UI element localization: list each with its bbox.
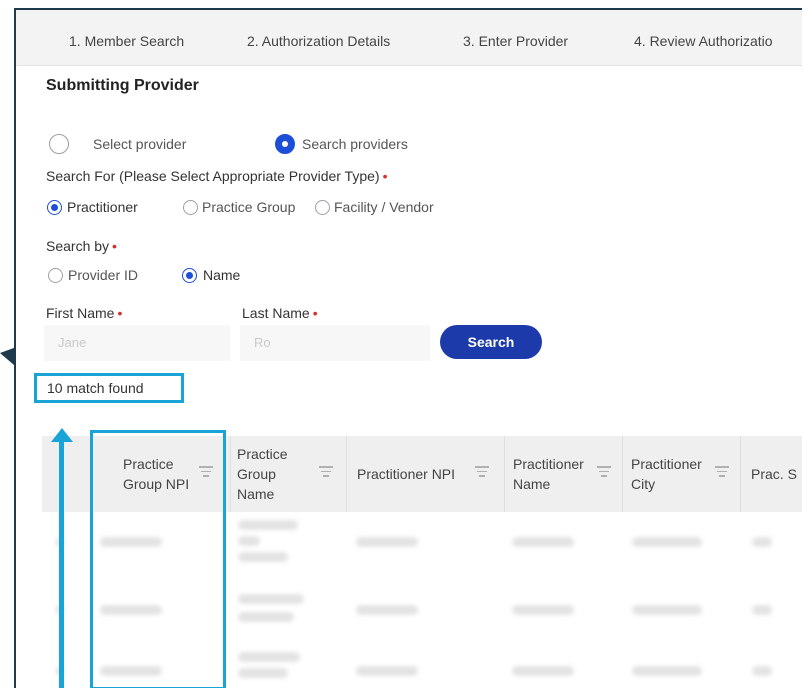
practice-group-radio[interactable] <box>183 200 198 215</box>
cell-redacted <box>512 605 574 615</box>
name-radio[interactable] <box>182 268 197 283</box>
required-marker: • <box>117 305 123 321</box>
cell-redacted <box>632 605 702 615</box>
practice-group-label: Practice Group <box>202 199 296 215</box>
filter-icon[interactable] <box>597 466 611 480</box>
search-providers-label: Search providers <box>302 136 408 152</box>
section-title: Submitting Provider <box>46 77 199 94</box>
last-name-input[interactable]: Ro <box>240 325 430 361</box>
column-practitioner-name[interactable]: Practitioner Name <box>504 436 623 512</box>
provider-id-label: Provider ID <box>68 267 139 283</box>
search-button[interactable]: Search <box>440 325 542 359</box>
filter-icon[interactable] <box>319 466 333 480</box>
facility-vendor-label: Facility / Vendor <box>334 199 434 215</box>
column-practitioner-npi[interactable]: Practitioner NPI <box>346 436 505 512</box>
cell-redacted <box>238 652 300 662</box>
filter-icon[interactable] <box>475 466 489 480</box>
cell-redacted <box>632 537 702 547</box>
column-practitioner-specialty[interactable]: Prac. S <box>740 436 802 512</box>
column-label: Practitioner Name <box>513 456 584 492</box>
search-for-label: Search For (Please Select Appropriate Pr… <box>46 168 388 184</box>
select-provider-label: Select provider <box>93 136 187 152</box>
step-member-search[interactable]: 1. Member Search <box>69 33 184 49</box>
column-label: Practice Group Name <box>237 446 288 502</box>
provider-id-radio[interactable] <box>48 268 63 283</box>
cell-redacted <box>238 612 294 622</box>
required-marker: • <box>312 305 318 321</box>
wizard-steps: 1. Member Search 2. Authorization Detail… <box>16 10 802 66</box>
filter-icon[interactable] <box>715 466 729 480</box>
facility-vendor-radio[interactable] <box>315 200 330 215</box>
step-review-authorization[interactable]: 4. Review Authorizatio <box>634 33 773 49</box>
match-count: 10 match found <box>34 373 184 403</box>
last-name-label: Last Name • <box>242 305 318 321</box>
cell-redacted <box>238 552 288 562</box>
cell-redacted <box>752 666 772 676</box>
column-label: Practitioner City <box>631 456 702 492</box>
select-provider-radio[interactable] <box>49 134 69 154</box>
search-by-label: Search by • <box>46 238 117 254</box>
name-label: Name <box>203 267 241 283</box>
practitioner-label: Practitioner <box>67 199 138 215</box>
cell-redacted <box>238 520 298 530</box>
app-window: 1. Member Search 2. Authorization Detail… <box>14 8 802 688</box>
cell-redacted <box>512 666 574 676</box>
callout-arrow-up-icon <box>51 428 73 688</box>
cell-redacted <box>356 605 418 615</box>
first-name-input[interactable]: Jane <box>44 325 230 361</box>
first-name-label: First Name • <box>46 305 123 321</box>
search-providers-radio[interactable] <box>275 134 295 154</box>
column-practice-group-name[interactable]: Practice Group Name <box>230 436 347 512</box>
cell-redacted <box>356 537 418 547</box>
column-label: Practitioner NPI <box>357 466 456 482</box>
cell-redacted <box>238 536 260 546</box>
required-marker: • <box>112 238 117 254</box>
cell-redacted <box>632 666 702 676</box>
cell-redacted <box>238 594 304 604</box>
cell-redacted <box>752 605 772 615</box>
highlighted-column-outline <box>90 430 226 688</box>
practitioner-radio[interactable] <box>47 200 62 215</box>
cell-redacted <box>752 537 772 547</box>
required-marker: • <box>382 168 388 184</box>
cell-redacted <box>238 668 288 678</box>
step-enter-provider[interactable]: 3. Enter Provider <box>463 33 568 49</box>
step-authorization-details[interactable]: 2. Authorization Details <box>247 33 390 49</box>
cell-redacted <box>356 666 418 676</box>
column-practitioner-city[interactable]: Practitioner City <box>622 436 741 512</box>
column-label: Prac. S <box>751 466 797 482</box>
cell-redacted <box>512 537 574 547</box>
